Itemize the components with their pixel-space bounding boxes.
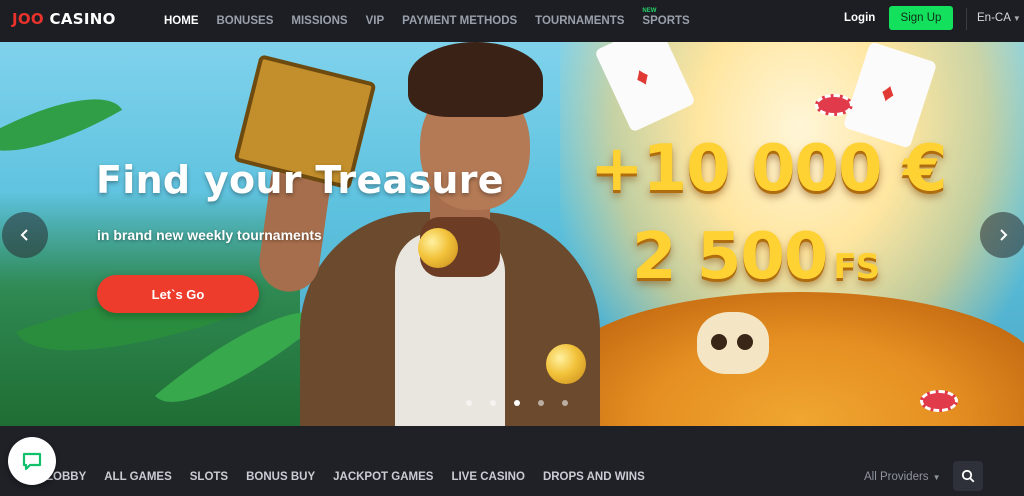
top-navigation-bar: JOO CASINO HOME BONUSES MISSIONS VIP PAY…	[0, 0, 1024, 42]
live-chat-button[interactable]	[8, 437, 56, 485]
nav-sports[interactable]: NEW SPORTS	[642, 8, 690, 27]
gold-coin-icon	[546, 344, 586, 384]
hero-title: Find your Treasure	[96, 158, 504, 202]
new-badge: NEW	[642, 8, 657, 14]
lets-go-button[interactable]: Let`s Go	[97, 275, 259, 313]
logo-joo: JOO	[12, 10, 44, 28]
signup-button[interactable]: Sign Up	[889, 6, 953, 30]
free-spins-amount: 2 500	[632, 220, 828, 294]
tab-live-casino[interactable]: LIVE CASINO	[451, 471, 524, 485]
carousel-dot[interactable]	[466, 400, 472, 406]
casino-chip	[920, 390, 958, 412]
chat-icon	[22, 452, 42, 471]
search-button[interactable]	[953, 461, 983, 491]
gold-coin-icon	[418, 228, 458, 268]
promo-bonus-amount: +10 000 €	[590, 132, 947, 206]
providers-label: All Providers	[864, 471, 929, 483]
hero-subtitle: in brand new weekly tournaments	[97, 227, 322, 243]
divider	[966, 8, 967, 30]
nav-sports-label: SPORTS	[642, 15, 690, 27]
carousel-dot[interactable]	[562, 400, 568, 406]
nav-payment-methods[interactable]: PAYMENT METHODS	[402, 15, 517, 27]
carousel-dot[interactable]	[490, 400, 496, 406]
nav-home[interactable]: HOME	[164, 15, 199, 27]
chevron-down-icon: ▼	[1012, 14, 1021, 23]
login-button[interactable]: Login	[844, 12, 875, 24]
free-spins-unit: FS	[833, 247, 880, 287]
search-icon	[961, 469, 975, 483]
tab-all-games[interactable]: ALL GAMES	[104, 471, 172, 485]
tab-slots[interactable]: SLOTS	[190, 471, 228, 485]
nav-vip[interactable]: VIP	[366, 15, 385, 27]
nav-tournaments[interactable]: TOURNAMENTS	[535, 15, 624, 27]
nav-bonuses[interactable]: BONUSES	[217, 15, 274, 27]
game-category-bar: LOBBY ALL GAMES SLOTS BONUS BUY JACKPOT …	[0, 426, 1024, 496]
language-label: En-CA	[977, 12, 1011, 24]
main-nav: HOME BONUSES MISSIONS VIP PAYMENT METHOD…	[164, 0, 708, 42]
nav-missions[interactable]: MISSIONS	[291, 15, 347, 27]
tab-jackpot-games[interactable]: JACKPOT GAMES	[333, 471, 433, 485]
carousel-dot[interactable]	[538, 400, 544, 406]
providers-dropdown[interactable]: All Providers ▼	[864, 471, 940, 483]
carousel-dots	[466, 400, 586, 406]
chevron-right-icon	[1000, 229, 1008, 241]
tab-drops-and-wins[interactable]: DROPS AND WINS	[543, 471, 645, 485]
category-tabs: LOBBY ALL GAMES SLOTS BONUS BUY JACKPOT …	[46, 471, 663, 485]
tab-bonus-buy[interactable]: BONUS BUY	[246, 471, 315, 485]
logo-casino: CASINO	[49, 10, 116, 28]
carousel-next-button[interactable]	[980, 212, 1024, 258]
promo-free-spins: 2 500 FS	[632, 220, 880, 294]
casino-logo[interactable]: JOO CASINO	[12, 10, 116, 28]
language-selector[interactable]: En-CA ▼	[977, 12, 1021, 24]
hero-character-hair	[408, 42, 543, 117]
skull-icon	[697, 312, 769, 374]
carousel-dot-active[interactable]	[514, 400, 520, 406]
chevron-down-icon: ▼	[932, 473, 941, 482]
casino-chip	[815, 94, 853, 116]
chevron-left-icon	[20, 229, 28, 241]
carousel-prev-button[interactable]	[2, 212, 48, 258]
hero-banner[interactable]: ♦ ♦ Find your Treasure in brand new week…	[0, 42, 1024, 426]
